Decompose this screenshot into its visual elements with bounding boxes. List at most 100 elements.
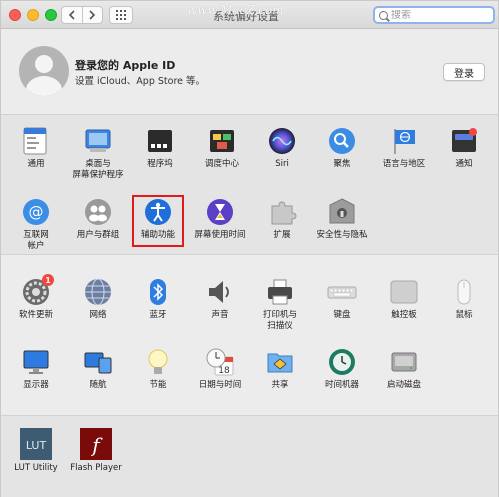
minimize-button[interactable] xyxy=(27,9,39,21)
mouse-icon xyxy=(449,277,479,307)
pref-printers-scanners[interactable]: 打印机与 扫描仪 xyxy=(249,277,311,332)
pref-label: 安全性与隐私 xyxy=(316,230,368,240)
pref-internet-accounts[interactable]: @ 互联网 帐户 xyxy=(5,197,67,252)
pref-date-time[interactable]: 18 日期与时间 xyxy=(189,347,251,391)
pref-network[interactable]: 网络 xyxy=(67,277,129,321)
search-field[interactable] xyxy=(373,6,495,24)
apple-id-banner: 登录您的 Apple ID 设置 iCloud、App Store 等。 登录 xyxy=(1,30,498,114)
pref-label: LUT Utility xyxy=(14,463,58,473)
back-button[interactable] xyxy=(62,7,82,23)
apple-id-title: 登录您的 Apple ID xyxy=(75,59,176,72)
pref-notifications[interactable]: 通知 xyxy=(433,126,495,170)
apple-id-subtitle: 设置 iCloud、App Store 等。 xyxy=(75,76,206,87)
svg-text:@: @ xyxy=(29,203,44,221)
calendar-day: 18 xyxy=(218,366,230,376)
internet-accounts-icon: @ xyxy=(21,197,51,227)
pref-keyboard[interactable]: 键盘 xyxy=(311,277,373,321)
grid-icon xyxy=(116,10,126,20)
pref-label: 桌面与 屏幕保护程序 xyxy=(72,159,124,180)
pref-dock[interactable]: 程序坞 xyxy=(129,126,191,170)
pref-label: 蓝牙 xyxy=(149,310,167,320)
pref-label: Siri xyxy=(275,159,289,169)
pref-siri[interactable]: Siri xyxy=(251,126,313,170)
forward-button[interactable] xyxy=(81,7,102,23)
update-badge: 1 xyxy=(42,274,54,286)
avatar-body xyxy=(26,76,62,96)
keyboard-icon xyxy=(327,277,357,307)
pref-general[interactable]: 通用 xyxy=(5,126,67,170)
pref-label: 调度中心 xyxy=(204,159,239,169)
pref-label: 程序坞 xyxy=(147,159,173,169)
pref-mouse[interactable]: 鼠标 xyxy=(433,277,495,321)
pref-desktop-screensaver[interactable]: 桌面与 屏幕保护程序 xyxy=(67,126,129,181)
pref-language-region[interactable]: 语言与地区 xyxy=(373,126,435,170)
close-button[interactable] xyxy=(9,9,21,21)
pref-sound[interactable]: 声音 xyxy=(189,277,251,321)
avatar-head xyxy=(35,55,53,73)
search-input[interactable] xyxy=(391,9,487,21)
title-bar: 系统偏好设置 www.MacZ.com xyxy=(1,1,498,29)
sidecar-icon xyxy=(83,347,113,377)
dock-icon xyxy=(145,126,175,156)
pref-label: 扩展 xyxy=(273,230,291,240)
search-icon xyxy=(379,10,388,20)
accessibility-highlight xyxy=(132,195,184,247)
pref-software-update[interactable]: 1 软件更新 xyxy=(5,274,67,321)
pref-trackpad[interactable]: 触控板 xyxy=(373,277,435,321)
energy-saver-icon xyxy=(143,347,173,377)
time-machine-icon xyxy=(327,347,357,377)
pref-label: 软件更新 xyxy=(18,310,53,320)
date-time-icon: 18 xyxy=(205,347,235,377)
flash-player-icon: f xyxy=(80,428,112,460)
avatar[interactable] xyxy=(19,46,69,96)
nav-buttons xyxy=(61,6,103,24)
pref-label: 互联网 帐户 xyxy=(23,230,49,251)
chevron-left-icon xyxy=(68,10,75,20)
pref-security-privacy[interactable]: 安全性与隐私 xyxy=(311,197,373,241)
siri-icon xyxy=(267,126,297,156)
show-all-button[interactable] xyxy=(109,6,133,24)
printers-scanners-icon xyxy=(265,277,295,307)
pref-energy-saver[interactable]: 节能 xyxy=(127,347,189,391)
pref-label: 共享 xyxy=(271,380,289,390)
login-button[interactable]: 登录 xyxy=(443,63,485,81)
pref-label: 屏幕使用时间 xyxy=(194,230,246,240)
pref-users-groups[interactable]: 用户与群组 xyxy=(67,197,129,241)
users-groups-icon xyxy=(83,197,113,227)
pref-displays[interactable]: 显示器 xyxy=(5,347,67,391)
pref-lut-utility[interactable]: LUT LUT Utility xyxy=(5,428,67,474)
pref-mission-control[interactable]: 调度中心 xyxy=(191,126,253,170)
general-icon xyxy=(21,126,51,156)
sharing-icon xyxy=(265,347,295,377)
pref-flash-player[interactable]: f Flash Player xyxy=(65,428,127,474)
pref-label: 声音 xyxy=(211,310,229,320)
system-preferences-window: 系统偏好设置 www.MacZ.com 登录您的 Apple ID 设置 iCl… xyxy=(0,0,499,497)
displays-icon xyxy=(21,347,51,377)
pref-startup-disk[interactable]: 启动磁盘 xyxy=(373,347,435,391)
language-region-icon xyxy=(389,126,419,156)
lut-icon-text: LUT xyxy=(26,439,47,452)
software-update-icon: 1 xyxy=(21,274,54,307)
pref-label: 触控板 xyxy=(391,310,417,320)
pref-spotlight[interactable]: 聚焦 xyxy=(311,126,373,170)
pref-label: 用户与群组 xyxy=(76,230,120,240)
pref-screen-time[interactable]: 屏幕使用时间 xyxy=(189,197,251,241)
watermark: www.MacZ.com xyxy=(187,3,284,17)
pref-label: 通用 xyxy=(27,159,45,169)
network-icon xyxy=(83,277,113,307)
zoom-button[interactable] xyxy=(45,9,57,21)
pref-extensions[interactable]: 扩展 xyxy=(251,197,313,241)
sound-icon xyxy=(205,277,235,307)
pref-label: 显示器 xyxy=(23,380,49,390)
pref-bluetooth[interactable]: 蓝牙 xyxy=(127,277,189,321)
pref-label: 打印机与 扫描仪 xyxy=(262,310,297,331)
trackpad-icon xyxy=(389,277,419,307)
pref-time-machine[interactable]: 时间机器 xyxy=(311,347,373,391)
lut-utility-icon: LUT xyxy=(20,428,52,460)
bluetooth-icon xyxy=(143,277,173,307)
startup-disk-icon xyxy=(389,347,419,377)
pref-sidecar[interactable]: 随航 xyxy=(67,347,129,391)
pref-label: 通知 xyxy=(455,159,473,169)
pref-sharing[interactable]: 共享 xyxy=(249,347,311,391)
mission-control-icon xyxy=(207,126,237,156)
